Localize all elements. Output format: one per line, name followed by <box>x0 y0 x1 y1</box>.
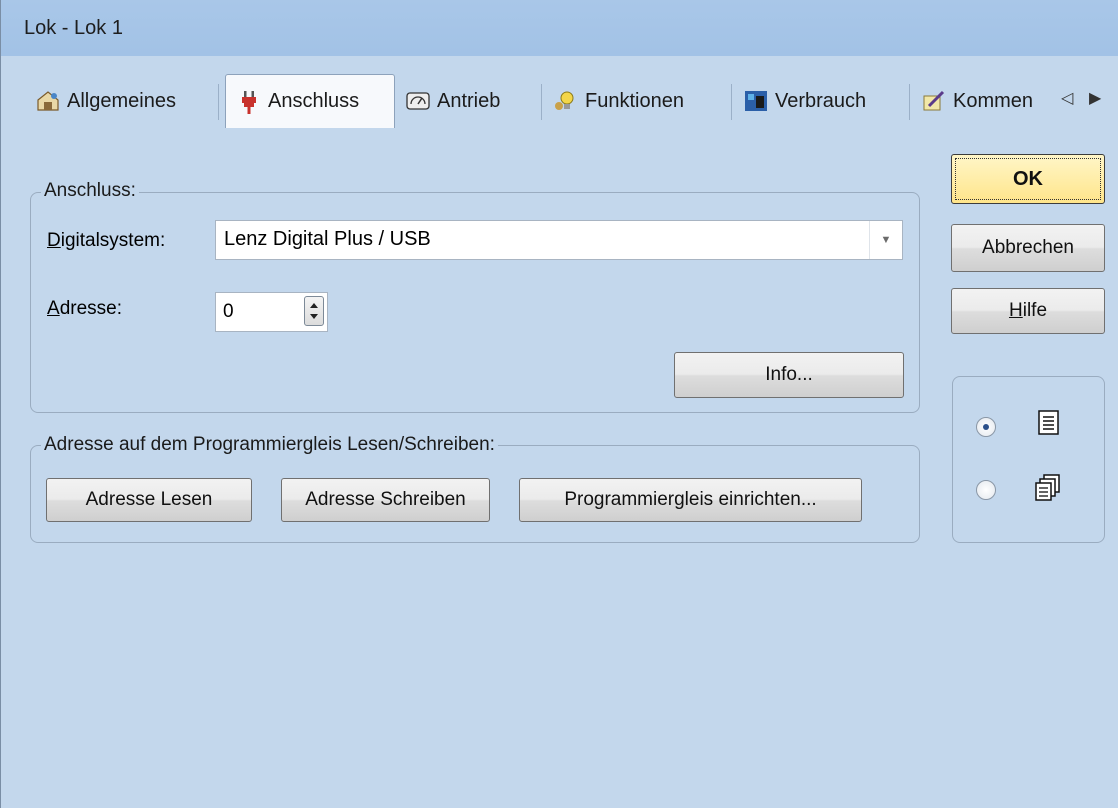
address-stepper[interactable]: 0 <box>215 292 328 332</box>
tab-label: Verbrauch <box>775 89 867 112</box>
tab-verbrauch[interactable]: Verbrauch <box>737 78 905 124</box>
address-value: 0 <box>223 301 234 322</box>
write-address-button[interactable]: Adresse Schreiben <box>281 478 490 522</box>
digitalsystem-value: Lenz Digital Plus / USB <box>224 228 431 250</box>
comment-icon <box>921 88 947 114</box>
functions-icon <box>553 88 579 114</box>
connection-group-title: Anschluss: <box>41 180 139 202</box>
tab-label: Allgemeines <box>67 89 176 112</box>
tab-funktionen[interactable]: Funktionen <box>547 78 727 124</box>
help-button[interactable]: Hilfe <box>951 288 1105 334</box>
digitalsystem-select[interactable]: Lenz Digital Plus / USB ▼ <box>215 220 903 260</box>
info-button[interactable]: Info... <box>674 352 904 398</box>
tab-scroll-left-icon[interactable]: ◁ <box>1061 88 1073 108</box>
setup-programming-track-button[interactable]: Programmiergleis einrichten... <box>519 478 862 522</box>
tab-anschluss[interactable]: Anschluss <box>225 74 395 128</box>
tab-kommentar[interactable]: Kommen <box>915 78 1055 124</box>
single-page-icon <box>1037 410 1061 436</box>
tab-separator <box>218 84 219 120</box>
stepper-arrows-icon[interactable] <box>304 296 324 326</box>
read-address-button[interactable]: Adresse Lesen <box>46 478 252 522</box>
tab-separator <box>731 84 732 120</box>
dropdown-arrow-icon[interactable]: ▼ <box>869 221 902 259</box>
general-settings-icon <box>35 88 61 114</box>
tab-label: Anschluss <box>268 90 360 112</box>
tab-strip: Allgemeines Anschluss Antrieb Funktionen… <box>25 72 1118 132</box>
programming-group-title: Adresse auf dem Programmiergleis Lesen/S… <box>41 434 498 456</box>
title-bar[interactable]: Lok - Lok 1 <box>1 0 1118 56</box>
tab-separator <box>909 84 910 120</box>
tab-scroll-right-icon[interactable]: ▶ <box>1089 88 1101 108</box>
gauge-icon <box>405 88 431 114</box>
digitalsystem-label: Digitalsystem: <box>47 230 166 251</box>
tab-label: Antrieb <box>437 89 501 112</box>
tab-label: Funktionen <box>585 89 684 112</box>
ok-button[interactable]: OK <box>951 154 1105 204</box>
address-label: Adresse: <box>47 298 122 319</box>
tab-allgemeines[interactable]: Allgemeines <box>29 78 213 124</box>
cancel-button[interactable]: Abbrechen <box>951 224 1105 272</box>
view-mode-group <box>952 376 1105 543</box>
dialog-window: Lok - Lok 1 Allgemeines Anschluss Antrie… <box>0 0 1118 808</box>
window-title: Lok - Lok 1 <box>24 17 123 39</box>
plug-icon <box>236 89 262 115</box>
tab-antrieb[interactable]: Antrieb <box>399 78 537 124</box>
multi-page-view-radio[interactable] <box>976 480 996 500</box>
multi-page-icon <box>1035 474 1060 501</box>
single-page-view-radio[interactable] <box>976 417 996 437</box>
consumption-icon <box>743 88 769 114</box>
tab-label: Kommen <box>953 89 1034 112</box>
tab-separator <box>541 84 542 120</box>
